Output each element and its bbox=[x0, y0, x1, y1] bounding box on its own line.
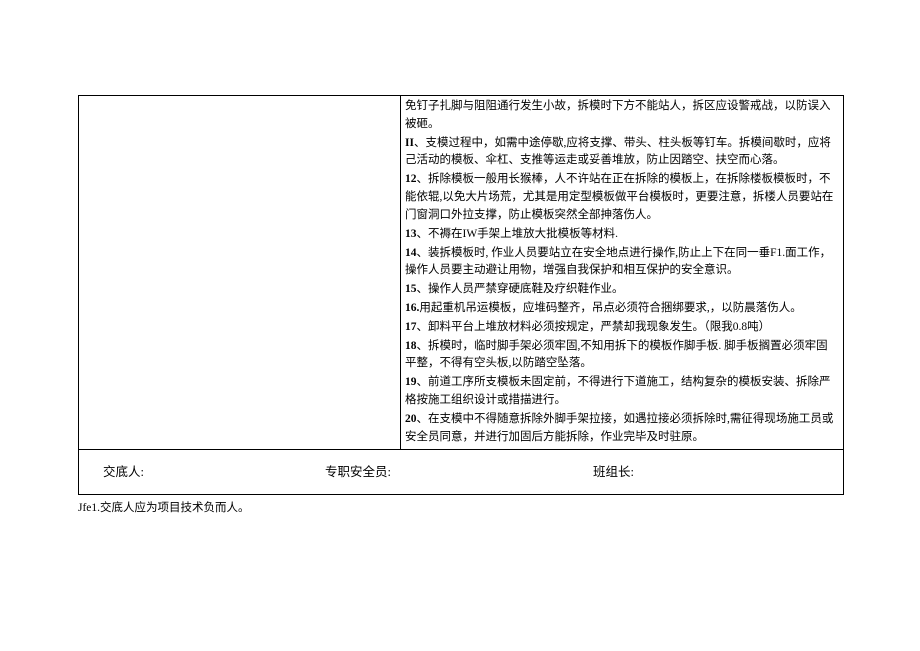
item-text: 、拆除模板一般用长猴棒，人不许站在正在拆除的模板上，在拆除楼板模板时，不能依辊,… bbox=[405, 173, 833, 221]
item-number: II bbox=[405, 137, 414, 149]
item-text: 、操作人员严禁穿硬底鞋及疗织鞋作业。 bbox=[417, 283, 624, 295]
rule-line: 19、前道工序所支模板未固定前，不得进行下道施工，结构复杂的模板安装、拆除严格按… bbox=[405, 374, 839, 410]
item-text: 、在支模中不得随意拆除外脚手架拉接，如遇拉接必须拆除时,需征得现场施工员或安全员… bbox=[405, 413, 833, 443]
signature-inner: 交底人: 专职安全员: 班组长: bbox=[79, 462, 843, 482]
item-text: 、卸料平台上堆放材料必须按规定，严禁却我现象发生。（限我0.8吨） bbox=[417, 321, 771, 333]
rule-line: 18、拆模时，临时脚手架必须牢固,不知用拆下的模板作脚手板. 脚手板搁置必须牢固… bbox=[405, 338, 839, 374]
footnote-text: Jfe1.交底人应为项目技术负而人。 bbox=[78, 499, 250, 517]
content-row: 免钉子扎脚与阻阻通行发生小故，拆模时下方不能站人，拆区应设警戒战，以防误入被砸。… bbox=[79, 96, 843, 450]
rule-line: 20、在支模中不得随意拆除外脚手架拉接，如遇拉接必须拆除时,需征得现场施工员或安… bbox=[405, 411, 839, 447]
item-text: 、拆模时，临时脚手架必须牢固,不知用拆下的模板作脚手板. 脚手板搁置必须牢固平整… bbox=[405, 340, 828, 370]
rule-line: 12、拆除模板一般用长猴棒，人不许站在正在拆除的模板上，在拆除楼板模板时，不能依… bbox=[405, 171, 839, 224]
item-number: 20 bbox=[405, 413, 417, 425]
item-number: 19 bbox=[405, 376, 417, 388]
item-text: 、不褥在IW手架上堆放大批模板等材料. bbox=[417, 228, 619, 240]
item-number: 14 bbox=[405, 247, 417, 259]
item-text: 用起重机吊运模板，应堆码整齐，吊点必须符合捆绑要求,，以防晨落伤人。 bbox=[419, 302, 801, 314]
signature-label-presenter: 交底人: bbox=[89, 462, 325, 482]
document-page: 免钉子扎脚与阻阻通行发生小故，拆模时下方不能站人，拆区应设警戒战，以防误入被砸。… bbox=[0, 0, 920, 651]
signature-label-safety: 专职安全员: bbox=[325, 462, 593, 482]
signature-row: 交底人: 专职安全员: 班组长: bbox=[79, 450, 843, 494]
item-number: 15 bbox=[405, 283, 417, 295]
main-table: 免钉子扎脚与阻阻通行发生小故，拆模时下方不能站人，拆区应设警戒战，以防误入被砸。… bbox=[78, 95, 844, 495]
signature-label-leader: 班组长: bbox=[593, 462, 833, 482]
item-text: 、前道工序所支模板未固定前，不得进行下道施工，结构复杂的模板安装、拆除严格按施工… bbox=[405, 376, 831, 406]
rule-line: II、支模过程中，如需中途停歇,应将支撑、带头、柱头板等钉车。拆模间歇时，应将己… bbox=[405, 135, 839, 171]
item-text: 、装拆模板时, 作业人员要站立在安全地点进行操作,防止上下在同一垂F1.面工作，… bbox=[405, 247, 831, 277]
rule-line: 13、不褥在IW手架上堆放大批模板等材料. bbox=[405, 226, 839, 244]
content-cell: 免钉子扎脚与阻阻通行发生小故，拆模时下方不能站人，拆区应设警戒战，以防误入被砸。… bbox=[401, 96, 843, 449]
item-text: 、支模过程中，如需中途停歇,应将支撑、带头、柱头板等钉车。拆模间歇时，应将己活动… bbox=[405, 137, 831, 167]
item-number: 18 bbox=[405, 340, 417, 352]
item-number: 13 bbox=[405, 228, 417, 240]
item-number: 16. bbox=[405, 302, 419, 314]
item-number: 12 bbox=[405, 173, 417, 185]
rule-line: 17、卸料平台上堆放材料必须按规定，严禁却我现象发生。（限我0.8吨） bbox=[405, 319, 839, 337]
rule-line: 14、装拆模板时, 作业人员要站立在安全地点进行操作,防止上下在同一垂F1.面工… bbox=[405, 245, 839, 281]
rule-line: 15、操作人员严禁穿硬底鞋及疗织鞋作业。 bbox=[405, 281, 839, 299]
rule-line: 16.用起重机吊运模板，应堆码整齐，吊点必须符合捆绑要求,，以防晨落伤人。 bbox=[405, 300, 839, 318]
item-number: 17 bbox=[405, 321, 417, 333]
left-cell-empty bbox=[79, 96, 401, 449]
rule-line: 免钉子扎脚与阻阻通行发生小故，拆模时下方不能站人，拆区应设警戒战，以防误入被砸。 bbox=[405, 98, 839, 134]
